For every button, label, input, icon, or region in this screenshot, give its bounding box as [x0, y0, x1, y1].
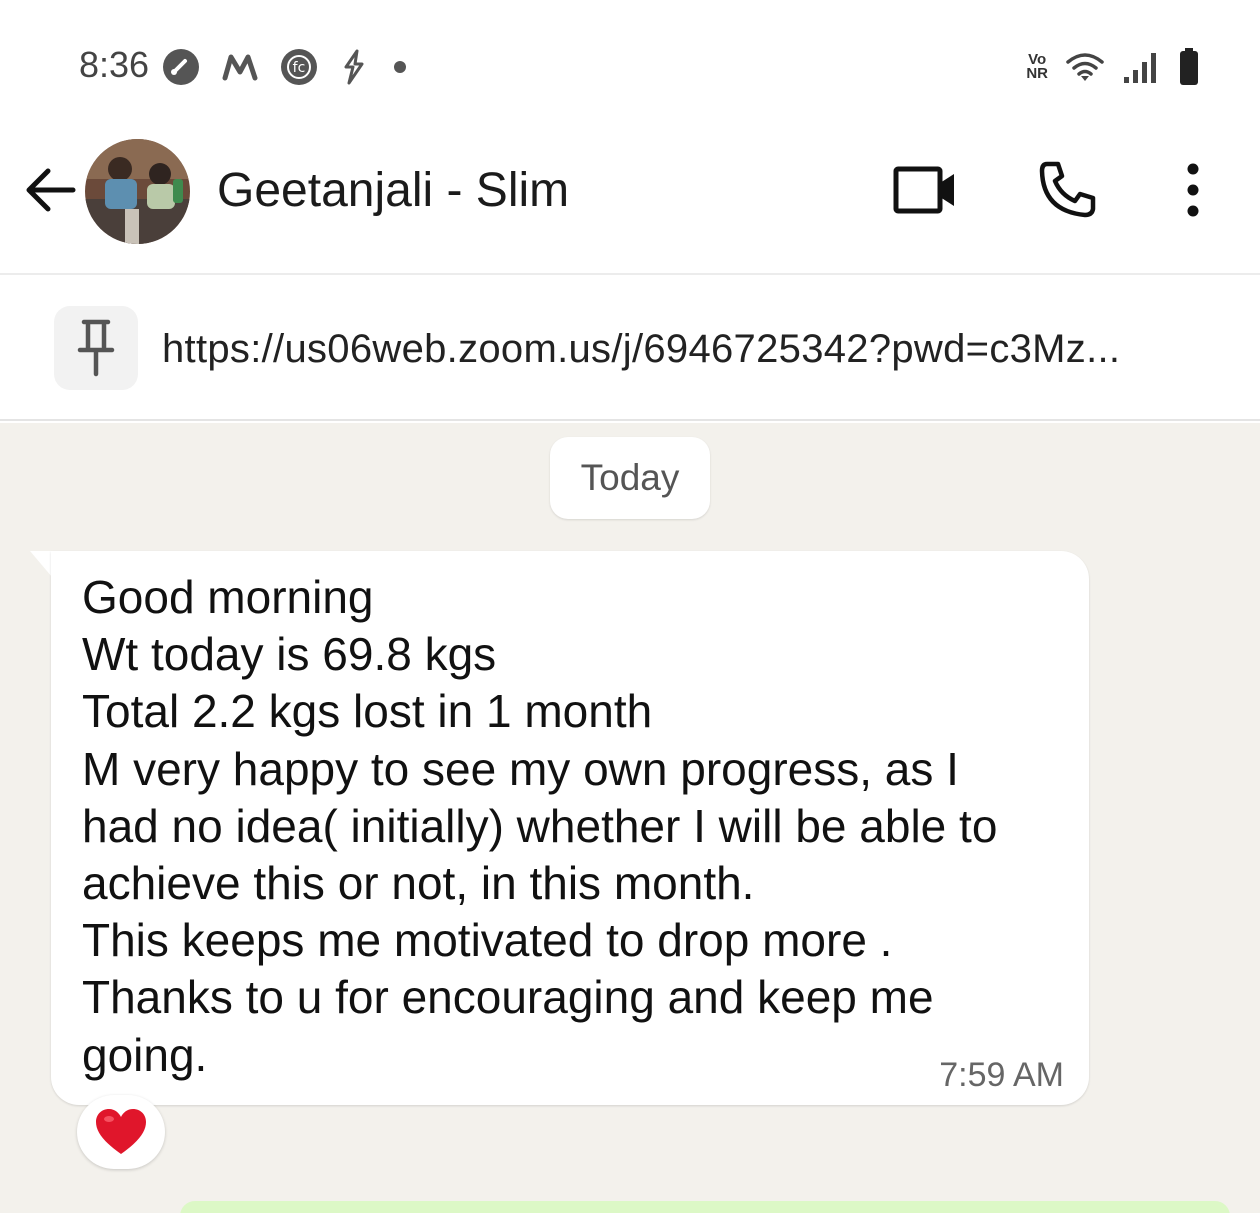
- vonr-indicator: Vo NR: [1026, 51, 1048, 82]
- message-timestamp: 7:59 AM: [939, 1056, 1064, 1094]
- svg-text:fc: fc: [293, 60, 306, 76]
- reaction-badge[interactable]: [77, 1095, 165, 1169]
- voice-call-button[interactable]: [1033, 155, 1103, 225]
- notification-icons: fc: [162, 47, 410, 87]
- status-bar: 8:36 fc Vo NR: [0, 0, 1260, 135]
- status-time: 8:36: [79, 44, 150, 85]
- dot-icon: [394, 61, 406, 73]
- message-line: Good morning: [82, 571, 374, 623]
- message-line: Wt today is 69.8 kgs: [82, 628, 497, 681]
- fc-logo-icon: fc: [281, 49, 317, 85]
- bolt-icon: [344, 49, 364, 85]
- outgoing-message-bubble[interactable]: [180, 1201, 1230, 1213]
- message-line: achieve this or not, in this month.: [82, 857, 755, 910]
- message-line: This keeps me motivated to drop more .: [82, 914, 893, 967]
- back-button[interactable]: [20, 160, 80, 220]
- message-line: going.: [82, 1028, 208, 1081]
- message-line: M very happy to see my own progress, as …: [82, 742, 959, 795]
- avatar[interactable]: [85, 139, 190, 244]
- signal-icon: [1124, 53, 1156, 83]
- chat-area[interactable]: Today Good morning Wt today is 69.8 kgs …: [0, 423, 1260, 1213]
- date-separator: Today: [550, 437, 710, 519]
- contact-name[interactable]: Geetanjali - Slim: [217, 163, 569, 218]
- message-line: Total 2.2 kgs lost in 1 month: [82, 685, 653, 738]
- message-line: had no idea( initially) whether I will b…: [82, 799, 998, 852]
- system-icons: Vo NR: [1026, 47, 1200, 87]
- incoming-message-bubble[interactable]: Good morning Wt today is 69.8 kgs Total …: [51, 551, 1089, 1105]
- message-line: Thanks to u for encouraging and keep me: [82, 971, 934, 1024]
- video-call-button[interactable]: [890, 155, 960, 225]
- pin-button[interactable]: [54, 306, 138, 390]
- heart-icon: [96, 1109, 146, 1154]
- more-options-icon: [1187, 163, 1199, 217]
- battery-icon: [1180, 48, 1198, 85]
- video-call-icon: [893, 166, 954, 214]
- more-options-button[interactable]: [1158, 155, 1228, 225]
- chat-header: Geetanjali - Slim: [0, 135, 1260, 275]
- pinned-message-bar[interactable]: https://us06web.zoom.us/j/6946725342?pwd…: [0, 277, 1260, 421]
- pin-icon: [77, 319, 115, 377]
- m-logo-icon: [222, 54, 258, 81]
- back-arrow-icon: [26, 168, 76, 212]
- pinned-message-text[interactable]: https://us06web.zoom.us/j/6946725342?pwd…: [162, 327, 1222, 372]
- speedometer-icon: [163, 49, 199, 85]
- message-text: Good morning Wt today is 69.8 kgs Total …: [82, 569, 1072, 1084]
- voice-call-icon: [1039, 161, 1096, 218]
- wifi-icon: [1066, 53, 1104, 81]
- bubble-tail: [30, 551, 52, 577]
